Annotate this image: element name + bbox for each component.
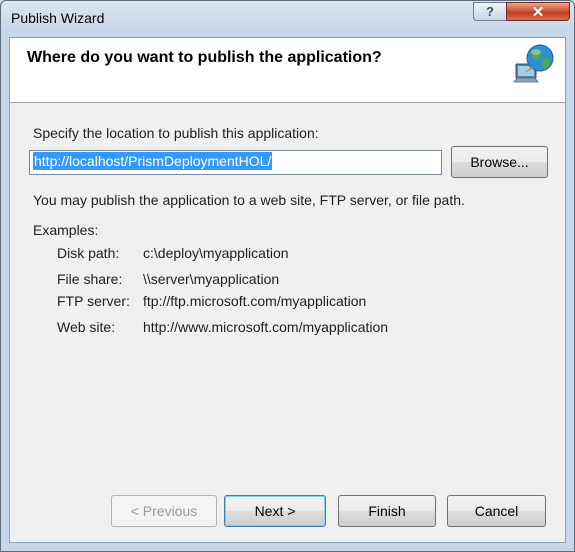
close-icon: ✕ xyxy=(531,3,545,21)
info-text: You may publish the application to a web… xyxy=(33,192,465,208)
publish-wizard-window: Publish Wizard ? ✕ Where do you want to … xyxy=(0,0,575,552)
wizard-header: Where do you want to publish the applica… xyxy=(10,38,565,103)
examples-heading: Examples: xyxy=(33,222,99,238)
title-bar[interactable]: Publish Wizard ? ✕ xyxy=(1,1,574,37)
close-button[interactable]: ✕ xyxy=(506,2,570,21)
example-value: ftp://ftp.microsoft.com/myapplication xyxy=(143,293,367,309)
wizard-body: Where do you want to publish the applica… xyxy=(9,37,566,543)
window-title: Publish Wizard xyxy=(11,10,105,26)
location-input[interactable]: http://localhost/PrismDeploymentHOL/ xyxy=(29,150,442,175)
example-label: Web site: xyxy=(57,319,116,335)
example-label: FTP server: xyxy=(57,293,130,309)
browse-button[interactable]: Browse... xyxy=(451,146,548,178)
finish-button[interactable]: Finish xyxy=(338,495,436,527)
next-button[interactable]: Next > xyxy=(224,495,326,527)
location-input-value: http://localhost/PrismDeploymentHOL/ xyxy=(33,152,273,170)
help-icon: ? xyxy=(486,4,494,19)
example-label: Disk path: xyxy=(57,245,120,261)
page-title: Where do you want to publish the applica… xyxy=(27,49,382,66)
example-value: http://www.microsoft.com/myapplication xyxy=(143,319,389,335)
cancel-button[interactable]: Cancel xyxy=(447,495,546,527)
globe-network-icon xyxy=(513,44,554,83)
example-label: File share: xyxy=(57,271,123,287)
help-button[interactable]: ? xyxy=(473,2,507,21)
previous-button[interactable]: < Previous xyxy=(111,495,217,527)
location-label: Specify the location to publish this app… xyxy=(33,125,319,141)
example-value: \\server\myapplication xyxy=(143,271,280,287)
example-value: c:\deploy\myapplication xyxy=(143,245,289,261)
